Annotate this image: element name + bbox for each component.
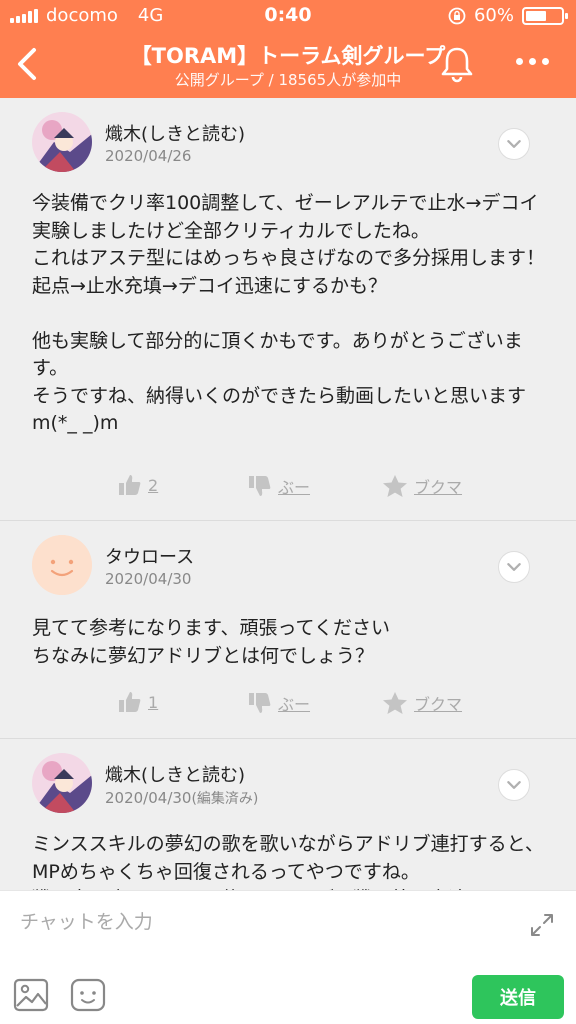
like-button[interactable]: 2 [118, 474, 158, 496]
orientation-lock-icon [448, 7, 466, 24]
avatar[interactable] [32, 535, 92, 595]
group-title: 【TORAM】トーラム剣グループ [130, 44, 446, 68]
thumbs-up-icon [119, 692, 141, 712]
post-body: 今装備でクリ率100調整して、ゼーレアルテで止水→デコイ実験しましたけど全部クリ… [32, 192, 546, 434]
more-horizontal-icon[interactable] [516, 58, 549, 65]
like-count: 2 [148, 475, 159, 495]
group-subtitle: 公開グループ / 18565人が参加中 [174, 71, 402, 89]
post-date: 2020/04/26 [105, 147, 192, 165]
boo-button[interactable]: ぶー [248, 474, 310, 498]
thumbs-up-icon [119, 475, 141, 495]
status-bar: docomo 4G 0:40 60% [0, 0, 576, 32]
post-date-value: 2020/04/30 [105, 789, 192, 807]
image-icon[interactable] [13, 978, 49, 1012]
post-author: タウロース [105, 547, 195, 568]
chat-input[interactable]: チャットを入力 [20, 907, 153, 934]
thumbs-down-icon [249, 476, 271, 496]
post-actions: 2 ぶー ブクマ [0, 474, 576, 506]
app-header: docomo 4G 0:40 60% 【TORAM】トーラム剣グループ 公開グル… [0, 0, 576, 98]
avatar[interactable] [32, 112, 92, 172]
bookmark-button[interactable]: ブクマ [382, 691, 462, 715]
star-icon [383, 475, 407, 497]
post-author: 熾木(しきと読む) [105, 124, 246, 145]
avatar[interactable] [32, 753, 92, 813]
bell-icon[interactable] [440, 44, 474, 84]
chat-thread[interactable]: 熾木(しきと読む) 2020/04/26 今装備でクリ率100調整して、ゼーレア… [0, 98, 576, 890]
chevron-down-icon[interactable] [498, 769, 530, 801]
bookmark-label: ブクマ [414, 478, 463, 497]
expand-icon[interactable] [528, 911, 556, 939]
like-button[interactable]: 1 [118, 691, 158, 713]
post-date: 2020/04/30(編集済み) [105, 788, 258, 808]
chat-post: 熾木(しきと読む) 2020/04/26 今装備でクリ率100調整して、ゼーレア… [0, 98, 576, 520]
chevron-down-icon[interactable] [498, 128, 530, 160]
like-count: 1 [148, 692, 159, 712]
boo-label: ぶー [278, 478, 311, 497]
thumbs-down-icon [249, 693, 271, 713]
boo-button[interactable]: ぶー [248, 691, 310, 715]
emoji-icon[interactable] [70, 978, 106, 1012]
post-actions: 1 ぶー ブクマ [0, 691, 576, 723]
edited-label: (編集済み) [191, 791, 259, 807]
bookmark-label: ブクマ [414, 695, 463, 714]
post-body: 見てて参考になります、頑張ってください ちなみに夢幻アドリブとは何でしょう？ [32, 617, 390, 667]
battery-percent: 60% [473, 5, 514, 26]
post-date: 2020/04/30 [105, 570, 192, 588]
send-button[interactable]: 送信 [472, 975, 564, 1019]
chevron-down-icon[interactable] [498, 551, 530, 583]
navigation-bar: 【TORAM】トーラム剣グループ 公開グループ / 18565人が参加中 [0, 32, 576, 98]
battery-icon [522, 6, 568, 25]
chat-post: タウロース 2020/04/30 見てて参考になります、頑張ってください ちなみ… [0, 520, 576, 738]
boo-label: ぶー [278, 695, 311, 714]
bookmark-button[interactable]: ブクマ [382, 474, 462, 498]
star-icon [383, 692, 407, 714]
chat-post: 熾木(しきと読む) 2020/04/30(編集済み) ミンススキルの夢幻の歌を歌… [0, 738, 576, 890]
post-body: ミンススキルの夢幻の歌を歌いながらアドリブ連打すると、MPめちゃくちゃ回復される… [32, 833, 544, 890]
post-author: 熾木(しきと読む) [105, 765, 246, 786]
